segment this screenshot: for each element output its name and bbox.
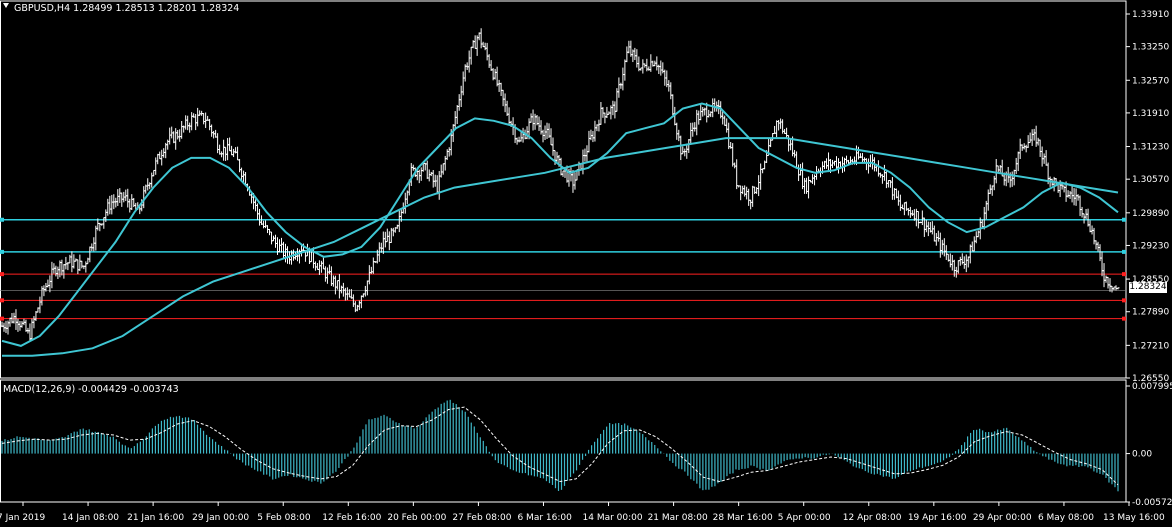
- indicator-tick-label: 0.007995: [1132, 382, 1172, 392]
- time-tick-label: 14 Jan 08:00: [62, 513, 119, 523]
- price-tick-label: 1.30570: [1132, 175, 1169, 185]
- price-tick-label: 1.32570: [1132, 76, 1169, 86]
- price-tick-label: 1.29230: [1132, 241, 1169, 251]
- time-tick-label: 29 Jan 00:00: [192, 513, 249, 523]
- time-tick-label: 5 Feb 08:00: [257, 513, 311, 523]
- indicator-header: MACD(12,26,9) -0.004429 -0.003743: [3, 384, 179, 395]
- time-tick-label: 6 Mar 16:00: [517, 513, 572, 523]
- price-tick-label: 1.31910: [1132, 109, 1169, 119]
- level-handle-left: [0, 298, 4, 303]
- time-tick-label: 12 Apr 08:00: [843, 513, 902, 523]
- time-tick-label: 12 Feb 16:00: [322, 513, 381, 523]
- time-tick-label: 6 May 08:00: [1038, 513, 1094, 523]
- time-tick-label: 13 May 16:00: [1103, 513, 1165, 523]
- level-handle-right: [1122, 316, 1126, 321]
- price-tick-label: 1.27210: [1132, 341, 1169, 351]
- current-price-tag: 1.28324: [1129, 282, 1167, 293]
- price-tick-label: 1.27890: [1132, 308, 1169, 318]
- level-handle-left: [0, 316, 4, 321]
- time-tick-label: 19 Apr 16:00: [908, 513, 967, 523]
- time-tick-label: 21 Jan 16:00: [127, 513, 184, 523]
- time-tick-label: 28 Mar 16:00: [713, 513, 773, 523]
- time-tick-label: 7 Jan 2019: [0, 513, 45, 523]
- time-tick-label: 20 Feb 00:00: [387, 513, 446, 523]
- chart-header: GBPUSD,H4 1.28499 1.28513 1.28201 1.2832…: [14, 3, 239, 14]
- chart-canvas[interactable]: 1.33910 1.33250 1.32570 1.31910 1.31230 1.305…: [0, 0, 1172, 527]
- level-handle-right: [1122, 298, 1126, 303]
- level-handle-left: [0, 217, 4, 222]
- time-tick-label: 14 Mar 00:00: [583, 513, 643, 523]
- price-tick-label: 1.33250: [1132, 43, 1169, 53]
- time-tick-label: 27 Feb 08:00: [452, 513, 511, 523]
- level-handle-left: [0, 249, 4, 254]
- price-tick-label: 1.33910: [1132, 10, 1169, 20]
- time-tick-label: 21 Mar 08:00: [648, 513, 708, 523]
- indicator-tick-label: -0.005727: [1132, 498, 1172, 508]
- price-tick-label: 1.29890: [1132, 209, 1169, 219]
- price-tick-label: 1.31230: [1132, 143, 1169, 153]
- time-tick-label: 29 Apr 00:00: [973, 513, 1032, 523]
- chart-background: [0, 0, 1172, 527]
- indicator-tick-label: 0.00: [1132, 450, 1152, 460]
- level-handle-left: [0, 272, 4, 277]
- level-handle-right: [1122, 217, 1126, 222]
- time-tick-label: 5 Apr 00:00: [778, 513, 831, 523]
- level-handle-right: [1122, 249, 1126, 254]
- level-handle-right: [1122, 272, 1126, 277]
